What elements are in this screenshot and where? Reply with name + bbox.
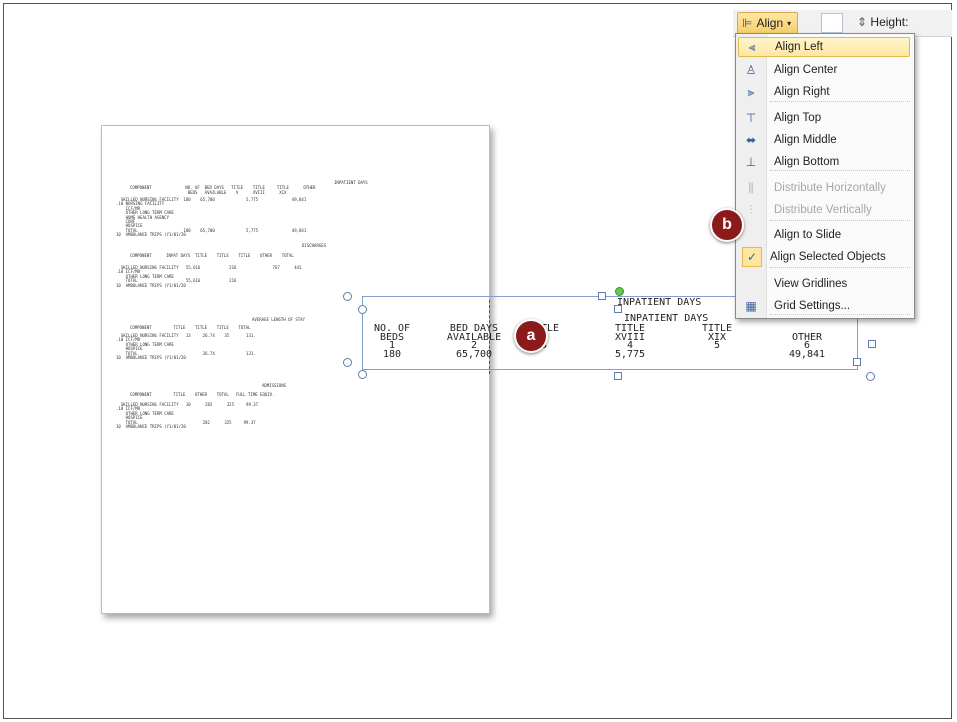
menu-item-label: Align to Slide	[774, 229, 842, 241]
resize-handle-left[interactable]	[343, 358, 352, 367]
height-icon: ⇕	[857, 15, 868, 29]
picture-size-icon	[821, 13, 843, 33]
chevron-down-icon: ▾	[787, 18, 792, 28]
distribute-horizontal-icon: ⫼	[748, 180, 754, 195]
resize-handle-top[interactable]	[598, 292, 606, 300]
grid-icon: ▦	[745, 299, 757, 313]
doc-s1-title: INPATIENT DAYS	[334, 180, 368, 185]
align-middle-icon: ⬌	[745, 133, 757, 147]
menu-separator	[770, 170, 910, 171]
doc-s2-title: DISCHARGES	[302, 243, 327, 248]
menu-separator	[770, 314, 910, 315]
menu-item-grid-settings[interactable]: ▦ Grid Settings...	[738, 296, 910, 316]
height-label: ⇕ Height:	[857, 15, 909, 29]
align-bottom-icon: ⊥	[745, 155, 757, 169]
check-icon: ✓	[742, 247, 762, 267]
resize-handle-tl[interactable]	[343, 292, 352, 301]
menu-item-label: Align Middle	[774, 134, 837, 146]
align-dropdown-menu: ⫷ Align Left ♙ Align Center ⫸ Align Right ⊤ Ali…	[735, 33, 915, 319]
resize-handle-bl[interactable]	[358, 370, 367, 379]
menu-item-label: Align Center	[774, 64, 838, 76]
menu-item-align-middle[interactable]: ⬌ Align Middle	[738, 130, 910, 150]
doc-s1-header2: BEDS AVAILABLE V XVIII XIX	[130, 190, 287, 195]
zoom-cell-v: 49,841	[788, 348, 826, 360]
doc-row: SKILLED NURSING FACILITY 55,616 216 767 …	[116, 265, 302, 270]
menu-item-label: Align Top	[774, 112, 822, 124]
resize-handle-inner-top[interactable]	[614, 305, 622, 313]
menu-separator	[770, 267, 910, 268]
menu-item-label: Align Left	[775, 41, 823, 53]
menu-item-label: Align Right	[774, 86, 830, 98]
doc-s4-title: ADMISSIONS	[262, 383, 287, 388]
align-right-icon: ⫸	[747, 84, 755, 99]
menu-item-align-bottom[interactable]: ⊥ Align Bottom	[738, 152, 910, 172]
doc-row: 10 AMBULANCE TRIPS (Y1/01/20	[116, 424, 186, 429]
menu-item-align-top[interactable]: ⊤ Align Top	[738, 108, 910, 128]
align-button[interactable]: ⊫ Align ▾	[737, 12, 799, 34]
document-text: INPATIENT DAYS COMPONENT NO. OF BED DAYS…	[102, 126, 368, 428]
menu-item-align-to-slide[interactable]: Align to Slide	[738, 225, 910, 245]
menu-item-align-selected-objects[interactable]: ✓ Align Selected Objects	[738, 247, 910, 267]
align-top-icon: ⊤	[745, 111, 757, 125]
align-button-label: Align	[756, 16, 784, 30]
menu-item-view-gridlines[interactable]: View Gridlines	[738, 274, 910, 294]
doc-s2-header: COMPONENT INPAT DAYS TITLE TITLE TITLE O…	[130, 253, 294, 258]
zoom-cell-n: 5	[713, 340, 721, 351]
menu-item-label: View Gridlines	[774, 278, 848, 290]
callout-b: b	[710, 208, 744, 242]
resize-handle-inner-br[interactable]	[853, 358, 861, 366]
align-icon: ⊫	[742, 16, 753, 30]
resize-handle-inner-tl[interactable]	[358, 305, 367, 314]
doc-s3-header: COMPONENT TITLE TITLE TITLE TOTAL	[130, 325, 251, 330]
menu-item-label: Grid Settings...	[774, 300, 851, 312]
doc-s3-title: AVERAGE LENGTH OF STAY	[252, 317, 305, 322]
doc-row: 10 AMBULANCE TRIPS (Y1/01/20	[116, 232, 186, 238]
distribute-vertical-icon: ⫶	[749, 202, 753, 217]
align-center-icon: ♙	[745, 63, 757, 77]
menu-separator	[770, 220, 910, 221]
zoom-cell-v: 180	[382, 348, 402, 360]
menu-item-distribute-horizontally: ⫼ Distribute Horizontally	[738, 178, 910, 198]
menu-item-align-left[interactable]: ⫷ Align Left	[738, 37, 910, 57]
zoom-cell-v: 65,700	[455, 348, 493, 360]
menu-item-distribute-vertically: ⫶ Distribute Vertically	[738, 200, 910, 220]
doc-row: 10 AMBULANCE TRIPS (Y1/01/20	[116, 282, 186, 288]
menu-separator	[770, 101, 910, 102]
doc-s4-header: COMPONENT TITLE OTHER TOTAL FULL TIME EQ…	[130, 392, 275, 397]
doc-row: 10 AMBULANCE TRIPS (Y1/01/20	[116, 355, 186, 360]
resize-handle-right[interactable]	[868, 340, 876, 348]
menu-item-align-right[interactable]: ⫸ Align Right	[738, 82, 910, 102]
callout-a: a	[514, 319, 548, 353]
resize-handle-br[interactable]	[866, 372, 875, 381]
menu-item-label: Align Bottom	[774, 156, 840, 168]
zoom-cell-v: 5,775	[614, 348, 646, 360]
menu-item-label: Distribute Horizontally	[774, 182, 886, 194]
menu-item-label: Distribute Vertically	[774, 204, 872, 216]
rotation-handle[interactable]	[615, 287, 624, 296]
menu-item-align-center[interactable]: ♙ Align Center	[738, 60, 910, 80]
align-left-icon: ⫷	[748, 39, 756, 54]
menu-item-label: Align Selected Objects	[770, 251, 886, 263]
resize-handle-bottom[interactable]	[614, 372, 622, 380]
zoom-top-header: INPATIENT DAYS	[617, 297, 702, 308]
